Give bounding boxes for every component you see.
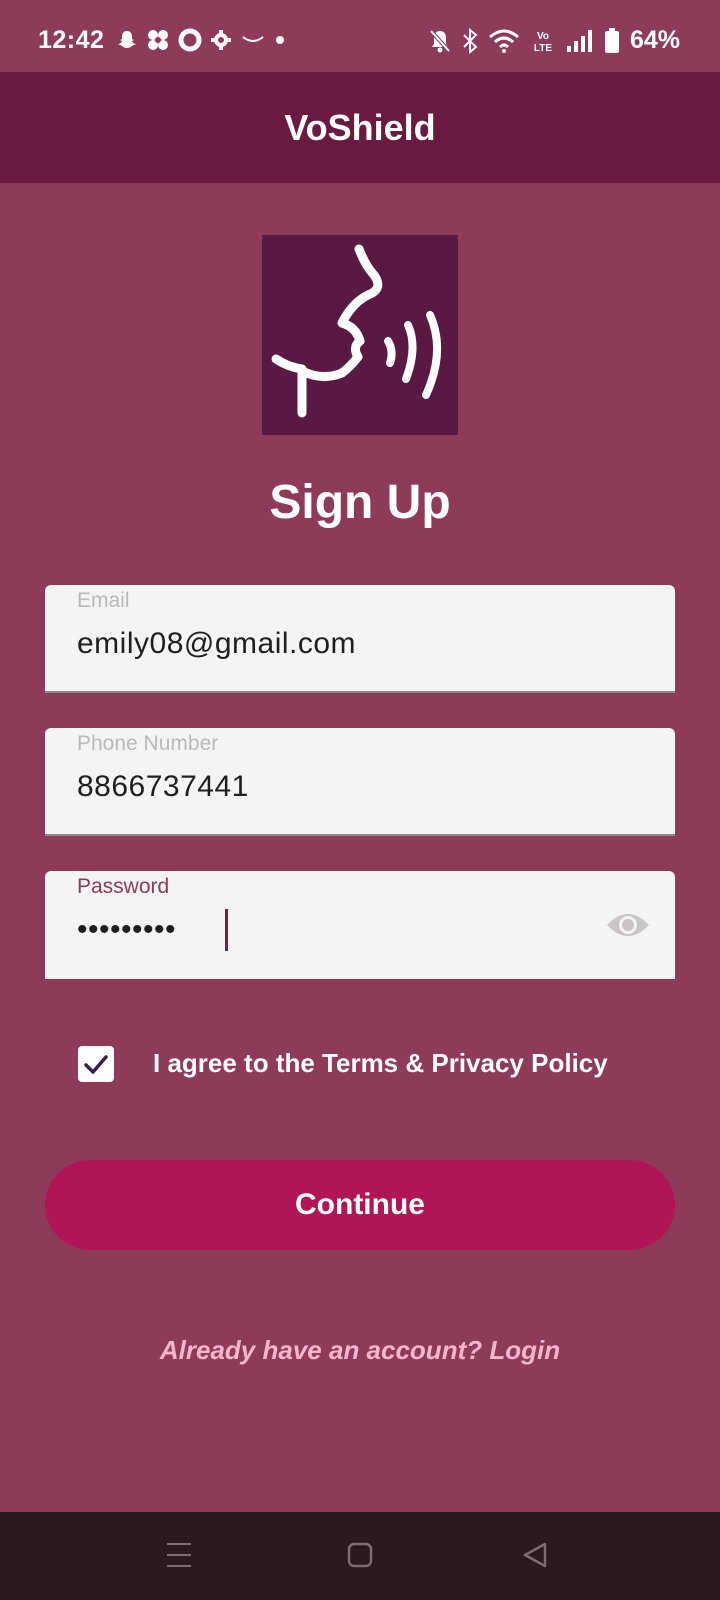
pinwheel-icon xyxy=(148,30,168,50)
svg-text:Vo: Vo xyxy=(537,31,549,42)
email-field[interactable]: Email emily08@gmail.com xyxy=(45,585,675,693)
bluetooth-icon xyxy=(463,27,478,54)
email-value[interactable]: emily08@gmail.com xyxy=(77,627,356,661)
status-left-icons xyxy=(116,28,286,52)
svg-text:LTE: LTE xyxy=(534,43,552,54)
ring-icon xyxy=(178,28,202,52)
menu-icon[interactable] xyxy=(166,1540,192,1570)
home-square-icon[interactable] xyxy=(347,1542,373,1568)
eye-icon[interactable] xyxy=(605,909,651,941)
battery-icon xyxy=(604,27,619,53)
smile-icon xyxy=(242,36,264,42)
page-title: Sign Up xyxy=(269,476,451,529)
phone-number-label: Phone Number xyxy=(77,732,219,755)
app-logo xyxy=(262,235,458,435)
terms-label[interactable]: I agree to the Terms & Privacy Policy xyxy=(153,1048,608,1079)
app-bar: VoShield xyxy=(0,72,720,183)
checkmark-icon xyxy=(84,1055,108,1074)
email-label: Email xyxy=(77,589,130,612)
speaking-head-icon xyxy=(271,244,442,418)
phone-number-value[interactable]: 8866737441 xyxy=(77,770,249,804)
phone-number-field[interactable]: Phone Number 8866737441 xyxy=(45,728,675,836)
dot-icon xyxy=(276,36,284,44)
password-field[interactable]: Password ••••••••• xyxy=(45,871,675,979)
wifi-icon xyxy=(488,29,519,53)
status-right-icons: Vo LTE 64% xyxy=(428,26,680,55)
text-cursor xyxy=(225,909,228,951)
back-triangle-icon[interactable] xyxy=(521,1541,549,1569)
password-label: Password xyxy=(77,875,170,898)
volte-icon: Vo LTE xyxy=(534,31,552,54)
terms-checkbox[interactable] xyxy=(78,1046,114,1082)
app-title: VoShield xyxy=(284,106,436,148)
password-value[interactable]: ••••••••• xyxy=(77,913,176,947)
gear-icon xyxy=(211,30,231,50)
battery-percent: 64% xyxy=(629,26,680,54)
navigation-bar xyxy=(0,1512,720,1600)
continue-button[interactable]: Continue xyxy=(45,1160,675,1250)
snapchat-icon xyxy=(118,31,136,48)
signal-icon xyxy=(566,29,592,52)
login-link[interactable]: Already have an account? Login xyxy=(0,1335,720,1366)
status-time: 12:42 xyxy=(38,26,105,54)
bell-off-icon xyxy=(429,29,451,52)
status-bar: 12:42 Vo LTE 64% xyxy=(0,0,720,72)
